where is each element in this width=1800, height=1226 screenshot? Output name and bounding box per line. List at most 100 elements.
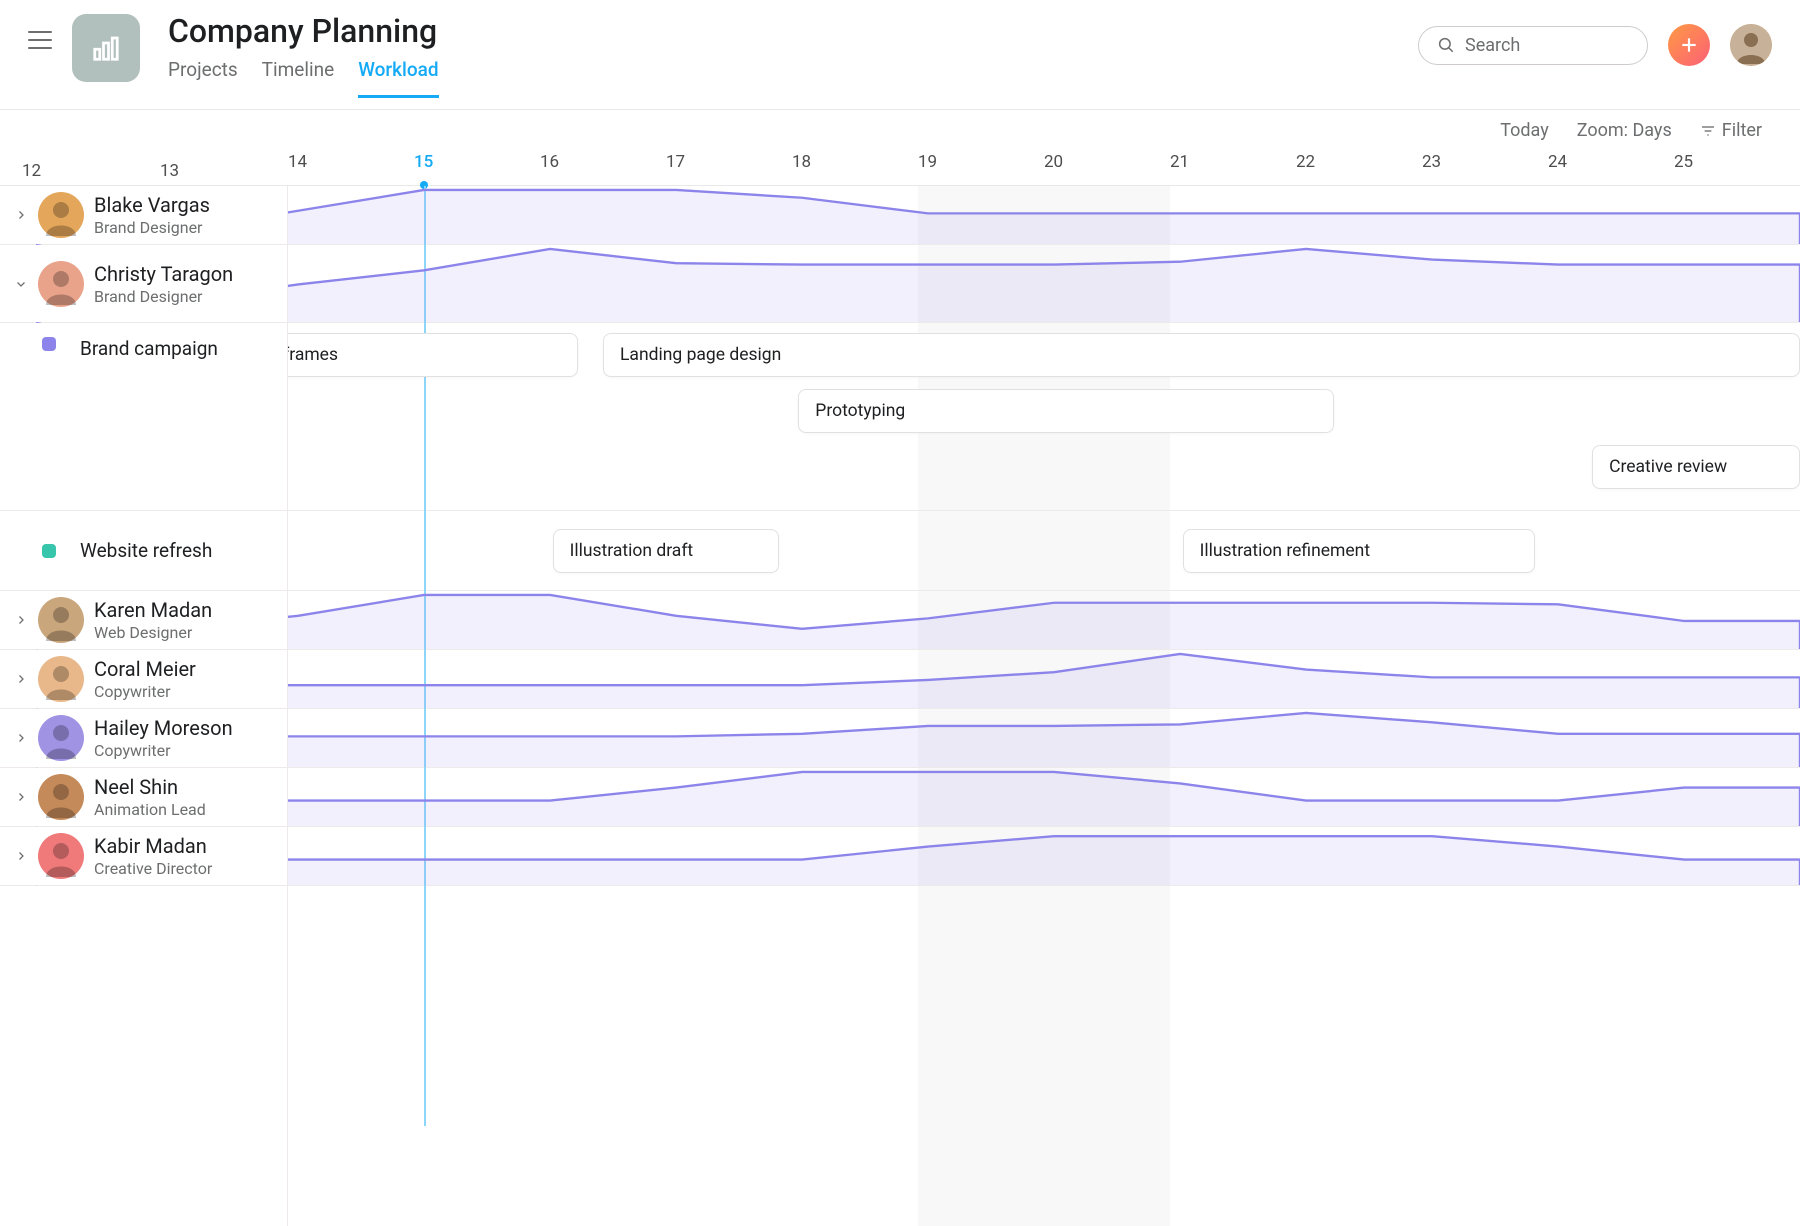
row-header[interactable]: Christy Taragon Brand Designer	[0, 245, 288, 322]
person-name: Christy Taragon	[94, 262, 233, 286]
workload-lane[interactable]	[288, 186, 1800, 244]
person-row: Karen MadanWeb Designer	[0, 591, 1800, 650]
date-cell: 17	[666, 152, 792, 185]
row-header[interactable]: Coral MeierCopywriter	[0, 650, 288, 708]
date-cell: 24	[1548, 152, 1674, 185]
task-bar[interactable]: Landing page design	[603, 333, 1800, 377]
task-bar[interactable]: Illustration refinement	[1183, 529, 1536, 573]
workload-lane[interactable]	[288, 709, 1800, 767]
chevron-right-icon[interactable]	[14, 791, 28, 803]
person-row: Neel ShinAnimation Lead	[0, 768, 1800, 827]
date-header: 12 13 141516171819202122232425	[0, 152, 1800, 186]
chevron-right-icon[interactable]	[14, 850, 28, 862]
nav-tabs: Projects Timeline Workload	[168, 58, 1418, 98]
workload-lane[interactable]	[288, 591, 1800, 649]
avatar	[38, 774, 84, 820]
date-cell: 22	[1296, 152, 1422, 185]
chevron-right-icon[interactable]	[14, 732, 28, 744]
avatar-placeholder-icon	[1730, 24, 1772, 66]
person-role: Brand Designer	[94, 218, 210, 237]
workspace-logo[interactable]	[72, 14, 140, 82]
app-header: Company Planning Projects Timeline Workl…	[0, 0, 1800, 110]
filter-label: Filter	[1722, 120, 1762, 141]
row-header[interactable]: Neel ShinAnimation Lead	[0, 768, 288, 826]
person-row: Blake Vargas Brand Designer	[0, 186, 1800, 245]
project-color-dot	[42, 337, 56, 351]
row-header[interactable]: Karen MadanWeb Designer	[0, 591, 288, 649]
task-lane[interactable]: Illustration draft Illustration refinemen…	[288, 511, 1800, 590]
person-name: Kabir Madan	[94, 834, 212, 858]
date-cell: 14	[288, 152, 414, 185]
title-area: Company Planning Projects Timeline Workl…	[168, 14, 1418, 98]
person-row: Kabir MadanCreative Director	[0, 827, 1800, 886]
search-input[interactable]: Search	[1418, 26, 1648, 65]
today-button[interactable]: Today	[1500, 120, 1548, 141]
person-row: Hailey MoresonCopywriter	[0, 709, 1800, 768]
avatar	[38, 597, 84, 643]
avatar	[38, 656, 84, 702]
avatar	[38, 833, 84, 879]
date-cell: 16	[540, 152, 666, 185]
zoom-selector[interactable]: Zoom: Days	[1577, 120, 1672, 141]
header-actions: Search	[1418, 24, 1772, 66]
project-group: Brand campaign WireframesLanding page de…	[0, 323, 1800, 511]
chart-icon	[91, 33, 121, 63]
tab-projects[interactable]: Projects	[168, 58, 238, 98]
person-row: Christy Taragon Brand Designer	[0, 245, 1800, 323]
user-avatar[interactable]	[1730, 24, 1772, 66]
workload-lane[interactable]	[288, 245, 1800, 322]
search-placeholder: Search	[1465, 35, 1520, 56]
date-cell: 21	[1170, 152, 1296, 185]
timeline-toolbar: Today Zoom: Days Filter	[0, 110, 1800, 152]
workload-lane[interactable]	[288, 650, 1800, 708]
add-button[interactable]	[1668, 24, 1710, 66]
date-cell: 19	[918, 152, 1044, 185]
workload-grid: Blake Vargas Brand Designer Christy Tara…	[0, 186, 1800, 1226]
tab-timeline[interactable]: Timeline	[262, 58, 335, 98]
date-cell: 23	[1422, 152, 1548, 185]
project-header[interactable]: Website refresh	[0, 511, 288, 590]
filter-button[interactable]: Filter	[1700, 120, 1762, 141]
date-cell: 12	[22, 161, 41, 181]
chevron-right-icon[interactable]	[14, 614, 28, 626]
date-cell: 25	[1674, 152, 1800, 185]
person-name: Neel Shin	[94, 775, 206, 799]
task-bar[interactable]: Prototyping	[798, 389, 1334, 433]
project-header[interactable]: Brand campaign	[0, 323, 288, 510]
plus-icon	[1679, 35, 1699, 55]
person-role: Copywriter	[94, 682, 196, 701]
workload-lane[interactable]	[288, 768, 1800, 826]
chevron-right-icon[interactable]	[14, 673, 28, 685]
menu-icon[interactable]	[28, 28, 52, 52]
workload-lane[interactable]	[288, 827, 1800, 885]
date-cell: 13	[160, 161, 179, 181]
date-cell: 15	[414, 152, 540, 185]
person-role: Brand Designer	[94, 287, 233, 306]
task-bar[interactable]: Creative review	[1592, 445, 1800, 489]
page-title: Company Planning	[168, 12, 1418, 50]
task-lane[interactable]: WireframesLanding page designPrototyping…	[288, 323, 1800, 510]
person-role: Web Designer	[94, 623, 212, 642]
chevron-right-icon[interactable]	[14, 209, 28, 221]
person-row: Coral MeierCopywriter	[0, 650, 1800, 709]
person-role: Copywriter	[94, 741, 233, 760]
project-color-dot	[42, 544, 56, 558]
row-header[interactable]: Kabir MadanCreative Director	[0, 827, 288, 885]
chevron-down-icon[interactable]	[14, 278, 28, 290]
person-name: Blake Vargas	[94, 193, 210, 217]
tab-workload[interactable]: Workload	[358, 58, 438, 98]
task-bar[interactable]: Illustration draft	[553, 529, 780, 573]
date-cell: 20	[1044, 152, 1170, 185]
avatar	[38, 261, 84, 307]
project-label: Website refresh	[80, 539, 212, 562]
empty-lane	[0, 886, 1800, 1226]
row-header[interactable]: Hailey MoresonCopywriter	[0, 709, 288, 767]
person-name: Hailey Moreson	[94, 716, 233, 740]
search-icon	[1437, 36, 1455, 54]
project-group: Website refresh Illustration draftIllust…	[0, 511, 1800, 591]
person-role: Animation Lead	[94, 800, 206, 819]
row-header[interactable]: Blake Vargas Brand Designer	[0, 186, 288, 244]
date-cell: 18	[792, 152, 918, 185]
avatar	[38, 192, 84, 238]
person-name: Coral Meier	[94, 657, 196, 681]
